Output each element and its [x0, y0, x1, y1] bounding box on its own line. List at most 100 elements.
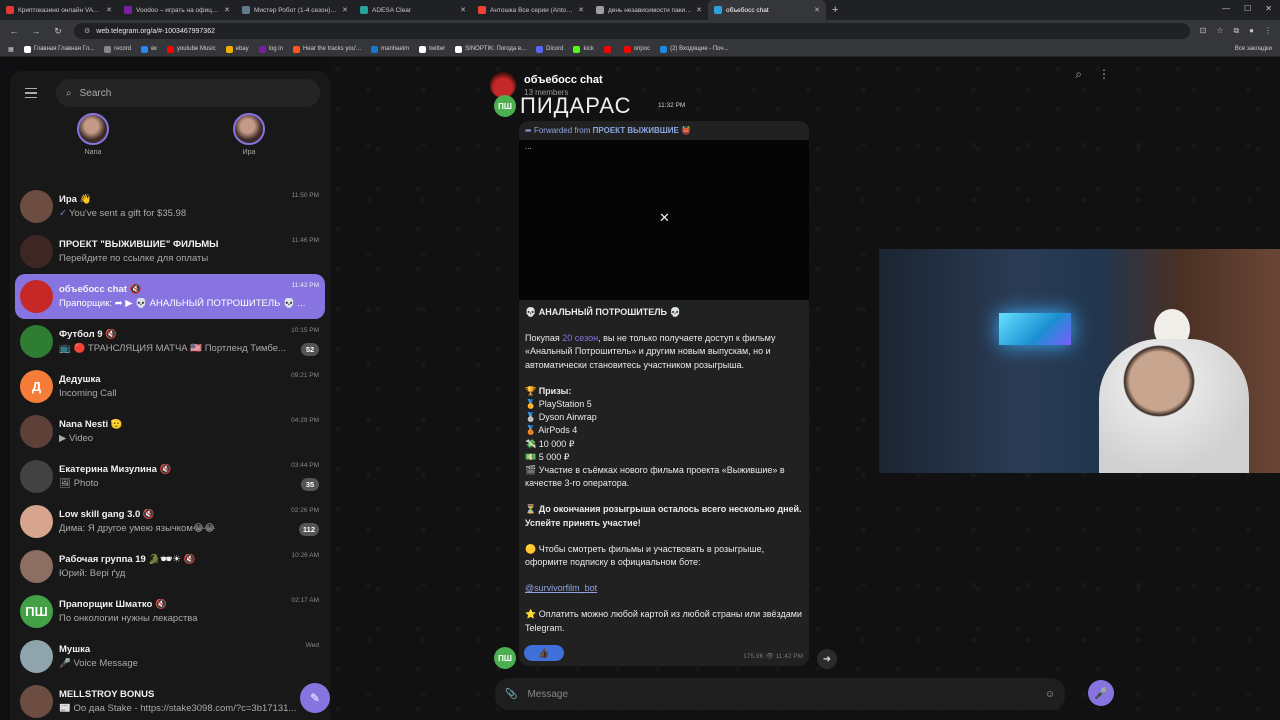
reload-icon[interactable]: ↻ [52, 26, 64, 37]
chat-last-message: По онкологии нужны лекарства [59, 613, 320, 624]
install-icon[interactable]: ⊡ [1200, 26, 1207, 36]
bookmark-label: twitter [429, 46, 446, 52]
browser-tab[interactable]: объебосс chat ✕ [708, 0, 826, 20]
chat-list-item[interactable]: ПРОЕКТ "ВЫЖИВШИЕ" ФИЛЬМЫ Перейдите по ссы… [15, 229, 325, 274]
reaction-chip[interactable]: 👍🏿 [524, 645, 564, 661]
story-ira[interactable]: Ира [233, 113, 265, 156]
tab-title: Мистер Робот (1-4 сезон) сме [254, 6, 339, 14]
all-bookmarks[interactable]: Все закладки [1235, 46, 1272, 52]
message-composer[interactable]: 📎 Message ☺ [495, 678, 1065, 710]
site-info-icon[interactable]: ⚙ [84, 27, 90, 35]
close-tab-icon[interactable]: ✕ [460, 6, 466, 14]
bookmark-item[interactable] [603, 45, 614, 53]
search-placeholder: Search [79, 87, 112, 99]
chat-last-message: Перейдите по ссылке для оплаты [59, 253, 320, 264]
bookmark-favicon-icon [292, 45, 300, 53]
maximize-icon[interactable]: ☐ [1244, 4, 1251, 13]
bookmark-item[interactable]: youtube Music [166, 45, 216, 53]
message-input[interactable]: Message [527, 689, 568, 700]
close-tab-icon[interactable]: ✕ [342, 6, 348, 14]
bookmark-item[interactable]: kick [573, 45, 594, 53]
close-tab-icon[interactable]: ✕ [814, 6, 820, 14]
chat-preview: Прапорщик: ➦ ▶ 💀 АНАЛЬНЫЙ ПОТРОШИТЕЛЬ 💀 … [59, 298, 306, 309]
search-input[interactable]: ⌕ Search [56, 79, 320, 107]
close-tab-icon[interactable]: ✕ [224, 6, 230, 14]
chat-list-item[interactable]: MELLSTROY BONUS 📰 Оо даа Stake - https://… [15, 679, 325, 720]
bookmark-item[interactable]: опрос [623, 45, 650, 53]
bookmark-item[interactable]: Hear the tracks you'... [292, 45, 361, 53]
close-window-icon[interactable]: ✕ [1265, 4, 1272, 13]
forwarded-source[interactable]: ПРОЕКТ ВЫЖИВШИЕ 👹 [593, 126, 691, 135]
minimize-icon[interactable]: — [1222, 4, 1230, 13]
browser-tab[interactable]: Мистер Робот (1-4 сезон) сме ✕ [236, 0, 354, 20]
bookmark-label: Dicord [546, 46, 564, 52]
forwarded-header[interactable]: ➦ Forwarded from ПРОЕКТ ВЫЖИВШИЕ 👹 [519, 121, 809, 135]
season-link[interactable]: 20 сезон [562, 333, 598, 343]
apps-icon[interactable]: ▦ [8, 46, 14, 53]
bookmark-star-icon[interactable]: ☆ [1216, 26, 1223, 36]
chat-list-item[interactable]: ПШ Прапорщик Шматко 🔇 По онкологии нужны л… [15, 589, 325, 634]
close-tab-icon[interactable]: ✕ [696, 6, 702, 14]
chat-name: Екатерина Мизулина 🔇 [59, 464, 172, 475]
url-field[interactable]: ⚙ web.telegram.org/a/#-1003467997362 [74, 23, 1190, 39]
chat-list-item[interactable]: Low skill gang 3.0 🔇 Дима: Я другое умею … [15, 499, 325, 544]
microphone-button[interactable]: 🎤 [1088, 680, 1114, 706]
chat-list-item[interactable]: Мушка 🎤 Voice Message Wed [15, 634, 325, 679]
bookmark-item[interactable]: twitter [419, 45, 446, 53]
chat-list-item[interactable]: Футбол 9 🔇 📺 🔴 ТРАНСЛЯЦИЯ МАТЧА 🇺🇸 Портле… [15, 319, 325, 364]
forwarded-message-bubble[interactable]: ➦ Forwarded from ПРОЕКТ ВЫЖИВШИЕ 👹 ... ✕… [519, 121, 809, 666]
browser-tab[interactable]: Антошка Все серии (Antoshka ✕ [472, 0, 590, 20]
forward-icon[interactable]: → [30, 26, 42, 36]
bot-link[interactable]: @survivorfilm_bot [525, 583, 597, 593]
emoji-icon[interactable]: ☺ [1045, 689, 1055, 700]
chat-last-message: ✓ You've sent a gift for $35.98 [59, 208, 320, 219]
forward-arrow-icon[interactable]: ➜ [817, 649, 837, 669]
hamburger-menu-icon[interactable] [20, 82, 42, 104]
chat-last-message: 🖼 Photo [59, 478, 320, 489]
chat-preview: По онкологии нужны лекарства [59, 613, 198, 624]
bookmark-item[interactable]: SINOPTIK: Погода в... [455, 45, 526, 53]
menu-icon[interactable]: ⋮ [1264, 26, 1272, 36]
chat-list-item[interactable]: объебосс chat 🔇 Прапорщик: ➦ ▶ 💀 АНАЛЬНЫЙ… [15, 274, 325, 319]
close-tab-icon[interactable]: ✕ [578, 6, 584, 14]
sidebar: ⌕ Search Nana Ира Ира 👋 ✓ You've sent a gi… [10, 71, 330, 720]
cancel-download-icon[interactable]: ✕ [659, 210, 670, 226]
bookmark-item[interactable]: record [104, 45, 131, 53]
bookmark-item[interactable]: Главная Главная Гл... [23, 45, 94, 53]
video-player[interactable]: ... ✕ [519, 140, 809, 300]
chat-name: Прапорщик Шматко 🔇 [59, 599, 167, 610]
bookmark-item[interactable]: ebay [225, 45, 249, 53]
browser-tab[interactable]: день независимости пакистан ✕ [590, 0, 708, 20]
new-message-button[interactable]: ✎ [300, 683, 330, 713]
back-icon[interactable]: ← [8, 26, 20, 36]
search-chat-icon[interactable]: ⌕ [1075, 67, 1082, 82]
bookmark-item[interactable]: вк [141, 45, 157, 53]
more-options-icon[interactable]: ⋮ [1098, 67, 1110, 82]
profile-icon[interactable]: ● [1249, 26, 1254, 36]
story-nana[interactable]: Nana [77, 113, 109, 156]
close-tab-icon[interactable]: ✕ [106, 6, 112, 14]
bookmark-favicon-icon [225, 45, 233, 53]
browser-tab[interactable]: Voodoo – играть на официаль ✕ [118, 0, 236, 20]
chat-time: 11:42 PM [291, 282, 319, 289]
p1-start: Покупая [525, 333, 563, 344]
chat-name: Футбол 9 🔇 [59, 329, 118, 340]
extensions-icon[interactable]: ⧉ [1233, 26, 1239, 36]
attach-icon[interactable]: 📎 [505, 689, 517, 700]
bookmark-item[interactable]: Dicord [536, 45, 564, 53]
browser-tab[interactable]: ADESA Clear ✕ [354, 0, 472, 20]
chat-list-item[interactable]: Д Дедушка Incoming Call 09:21 PM [15, 364, 325, 409]
sender-avatar[interactable]: ПШ [494, 647, 516, 669]
bookmark-item[interactable]: (2) Входящие - Поч... [660, 45, 729, 53]
browser-tab[interactable]: Криптоказино онлайн VAVADA ✕ [0, 0, 118, 20]
bookmark-item[interactable]: manhaeim [371, 45, 409, 53]
chat-list-item[interactable]: Ира 👋 ✓ You've sent a gift for $35.98 11:50… [15, 184, 325, 229]
tab-favicon-icon [242, 6, 250, 14]
chat-list-item[interactable]: Екатерина Мизулина 🔇 🖼 Photo 03:44 PM 35 [15, 454, 325, 499]
chat-list-item[interactable]: Рабочая группа 19 🐊🕶☀ 🔇 Юрий: Вері ґуд 10:… [15, 544, 325, 589]
new-tab-button[interactable]: + [826, 4, 844, 16]
sender-avatar[interactable]: ПШ [494, 95, 516, 117]
bookmark-label: youtube Music [176, 46, 216, 52]
chat-list-item[interactable]: Nana Nesti 🫡 ▶ Video 04:29 PM [15, 409, 325, 454]
bookmark-item[interactable]: log in [258, 45, 283, 53]
